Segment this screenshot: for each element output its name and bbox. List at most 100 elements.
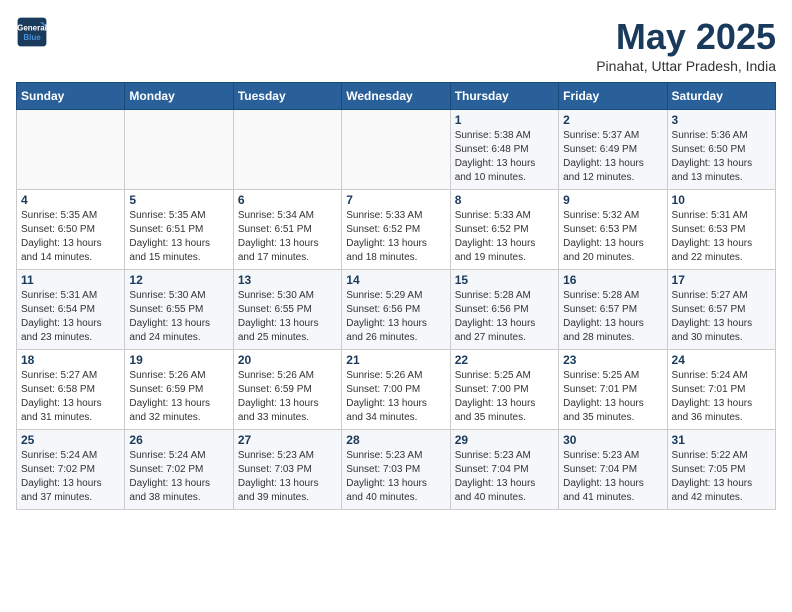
day-info: Sunrise: 5:30 AM Sunset: 6:55 PM Dayligh… <box>129 289 228 345</box>
day-info: Sunrise: 5:35 AM Sunset: 6:51 PM Dayligh… <box>129 209 228 265</box>
day-number: 7 <box>346 193 445 207</box>
day-info: Sunrise: 5:26 AM Sunset: 6:59 PM Dayligh… <box>238 369 337 425</box>
day-info: Sunrise: 5:23 AM Sunset: 7:04 PM Dayligh… <box>563 449 662 505</box>
day-info: Sunrise: 5:27 AM Sunset: 6:58 PM Dayligh… <box>21 369 120 425</box>
calendar-cell: 20 Sunrise: 5:26 AM Sunset: 6:59 PM Dayli… <box>233 350 341 430</box>
week-row-5: 25Sunrise: 5:24 AM Sunset: 7:02 PM Dayli… <box>17 430 776 510</box>
day-info: Sunrise: 5:31 AM Sunset: 6:54 PM Dayligh… <box>21 289 120 345</box>
day-info: Sunrise: 5:34 AM Sunset: 6:51 PM Dayligh… <box>238 209 337 265</box>
calendar-cell: 9Sunrise: 5:32 AM Sunset: 6:53 PM Daylig… <box>559 190 667 270</box>
day-number: 17 <box>672 273 771 287</box>
calendar-cell: 23 Sunrise: 5:25 AM Sunset: 7:01 PM Dayli… <box>559 350 667 430</box>
day-number: 24 <box>672 353 771 367</box>
day-info: Sunrise: 5:29 AM Sunset: 6:56 PM Dayligh… <box>346 289 445 345</box>
day-info: Sunrise: 5:22 AM Sunset: 7:05 PM Dayligh… <box>672 449 771 505</box>
day-info: Sunrise: 5:33 AM Sunset: 6:52 PM Dayligh… <box>455 209 554 265</box>
day-number: 3 <box>672 113 771 127</box>
day-number: 15 <box>455 273 554 287</box>
week-row-2: 4Sunrise: 5:35 AM Sunset: 6:50 PM Daylig… <box>17 190 776 270</box>
calendar-cell: 28Sunrise: 5:23 AM Sunset: 7:03 PM Dayli… <box>342 430 450 510</box>
calendar-cell: 22Sunrise: 5:25 AM Sunset: 7:00 PM Dayli… <box>450 350 558 430</box>
calendar-cell: 1 Sunrise: 5:38 AM Sunset: 6:48 PM Daylig… <box>450 110 558 190</box>
day-info: Sunrise: 5:26 AM Sunset: 6:59 PM Dayligh… <box>129 369 228 425</box>
calendar-cell <box>233 110 341 190</box>
day-number: 29 <box>455 433 554 447</box>
day-number: 16 <box>563 273 662 287</box>
title-block: May 2025 Pinahat, Uttar Pradesh, India <box>596 16 776 74</box>
day-number: 19 <box>129 353 228 367</box>
day-number: 10 <box>672 193 771 207</box>
day-info: Sunrise: 5:23 AM Sunset: 7:04 PM Dayligh… <box>455 449 554 505</box>
calendar-cell <box>17 110 125 190</box>
header-sunday: Sunday <box>17 83 125 110</box>
week-row-1: 1 Sunrise: 5:38 AM Sunset: 6:48 PM Daylig… <box>17 110 776 190</box>
day-info: Sunrise: 5:28 AM Sunset: 6:57 PM Dayligh… <box>563 289 662 345</box>
day-number: 14 <box>346 273 445 287</box>
day-number: 20 <box>238 353 337 367</box>
header-monday: Monday <box>125 83 233 110</box>
day-info: Sunrise: 5:24 AM Sunset: 7:02 PM Dayligh… <box>129 449 228 505</box>
calendar-cell: 27 Sunrise: 5:23 AM Sunset: 7:03 PM Dayli… <box>233 430 341 510</box>
svg-text:General: General <box>17 23 47 32</box>
day-number: 31 <box>672 433 771 447</box>
day-number: 30 <box>563 433 662 447</box>
day-number: 6 <box>238 193 337 207</box>
header-row: SundayMondayTuesdayWednesdayThursdayFrid… <box>17 83 776 110</box>
day-info: Sunrise: 5:25 AM Sunset: 7:01 PM Dayligh… <box>563 369 662 425</box>
day-info: Sunrise: 5:33 AM Sunset: 6:52 PM Dayligh… <box>346 209 445 265</box>
day-number: 2 <box>563 113 662 127</box>
day-info: Sunrise: 5:31 AM Sunset: 6:53 PM Dayligh… <box>672 209 771 265</box>
calendar-cell <box>125 110 233 190</box>
calendar-cell: 11 Sunrise: 5:31 AM Sunset: 6:54 PM Dayli… <box>17 270 125 350</box>
calendar-cell: 7 Sunrise: 5:33 AM Sunset: 6:52 PM Daylig… <box>342 190 450 270</box>
day-info: Sunrise: 5:37 AM Sunset: 6:49 PM Dayligh… <box>563 129 662 185</box>
day-info: Sunrise: 5:23 AM Sunset: 7:03 PM Dayligh… <box>238 449 337 505</box>
day-number: 9 <box>563 193 662 207</box>
calendar-cell: 13 Sunrise: 5:30 AM Sunset: 6:55 PM Dayli… <box>233 270 341 350</box>
calendar-cell: 31 Sunrise: 5:22 AM Sunset: 7:05 PM Dayli… <box>667 430 775 510</box>
day-number: 1 <box>455 113 554 127</box>
calendar-cell: 25Sunrise: 5:24 AM Sunset: 7:02 PM Dayli… <box>17 430 125 510</box>
header-thursday: Thursday <box>450 83 558 110</box>
calendar-cell: 2 Sunrise: 5:37 AM Sunset: 6:49 PM Daylig… <box>559 110 667 190</box>
calendar-cell: 15 Sunrise: 5:28 AM Sunset: 6:56 PM Dayli… <box>450 270 558 350</box>
calendar-cell: 18Sunrise: 5:27 AM Sunset: 6:58 PM Dayli… <box>17 350 125 430</box>
logo-icon: General Blue <box>16 16 48 48</box>
day-info: Sunrise: 5:36 AM Sunset: 6:50 PM Dayligh… <box>672 129 771 185</box>
calendar-cell: 8 Sunrise: 5:33 AM Sunset: 6:52 PM Daylig… <box>450 190 558 270</box>
day-info: Sunrise: 5:26 AM Sunset: 7:00 PM Dayligh… <box>346 369 445 425</box>
day-info: Sunrise: 5:28 AM Sunset: 6:56 PM Dayligh… <box>455 289 554 345</box>
calendar-cell: 3 Sunrise: 5:36 AM Sunset: 6:50 PM Daylig… <box>667 110 775 190</box>
week-row-3: 11 Sunrise: 5:31 AM Sunset: 6:54 PM Dayli… <box>17 270 776 350</box>
month-title: May 2025 <box>596 16 776 58</box>
calendar-cell: 16 Sunrise: 5:28 AM Sunset: 6:57 PM Dayli… <box>559 270 667 350</box>
day-info: Sunrise: 5:27 AM Sunset: 6:57 PM Dayligh… <box>672 289 771 345</box>
page-header: General Blue May 2025 Pinahat, Uttar Pra… <box>16 16 776 74</box>
day-info: Sunrise: 5:24 AM Sunset: 7:01 PM Dayligh… <box>672 369 771 425</box>
header-saturday: Saturday <box>667 83 775 110</box>
calendar-cell: 4Sunrise: 5:35 AM Sunset: 6:50 PM Daylig… <box>17 190 125 270</box>
calendar-cell: 12Sunrise: 5:30 AM Sunset: 6:55 PM Dayli… <box>125 270 233 350</box>
calendar-cell: 29 Sunrise: 5:23 AM Sunset: 7:04 PM Dayli… <box>450 430 558 510</box>
day-info: Sunrise: 5:38 AM Sunset: 6:48 PM Dayligh… <box>455 129 554 185</box>
day-number: 13 <box>238 273 337 287</box>
day-number: 21 <box>346 353 445 367</box>
calendar-table: SundayMondayTuesdayWednesdayThursdayFrid… <box>16 82 776 510</box>
week-row-4: 18Sunrise: 5:27 AM Sunset: 6:58 PM Dayli… <box>17 350 776 430</box>
day-number: 27 <box>238 433 337 447</box>
day-number: 23 <box>563 353 662 367</box>
calendar-cell: 21 Sunrise: 5:26 AM Sunset: 7:00 PM Dayli… <box>342 350 450 430</box>
day-number: 8 <box>455 193 554 207</box>
day-info: Sunrise: 5:30 AM Sunset: 6:55 PM Dayligh… <box>238 289 337 345</box>
calendar-cell: 30 Sunrise: 5:23 AM Sunset: 7:04 PM Dayli… <box>559 430 667 510</box>
day-info: Sunrise: 5:24 AM Sunset: 7:02 PM Dayligh… <box>21 449 120 505</box>
header-wednesday: Wednesday <box>342 83 450 110</box>
day-info: Sunrise: 5:23 AM Sunset: 7:03 PM Dayligh… <box>346 449 445 505</box>
calendar-cell: 17 Sunrise: 5:27 AM Sunset: 6:57 PM Dayli… <box>667 270 775 350</box>
calendar-cell: 5 Sunrise: 5:35 AM Sunset: 6:51 PM Daylig… <box>125 190 233 270</box>
day-number: 5 <box>129 193 228 207</box>
location: Pinahat, Uttar Pradesh, India <box>596 58 776 74</box>
day-number: 4 <box>21 193 120 207</box>
calendar-cell: 24 Sunrise: 5:24 AM Sunset: 7:01 PM Dayli… <box>667 350 775 430</box>
day-number: 11 <box>21 273 120 287</box>
